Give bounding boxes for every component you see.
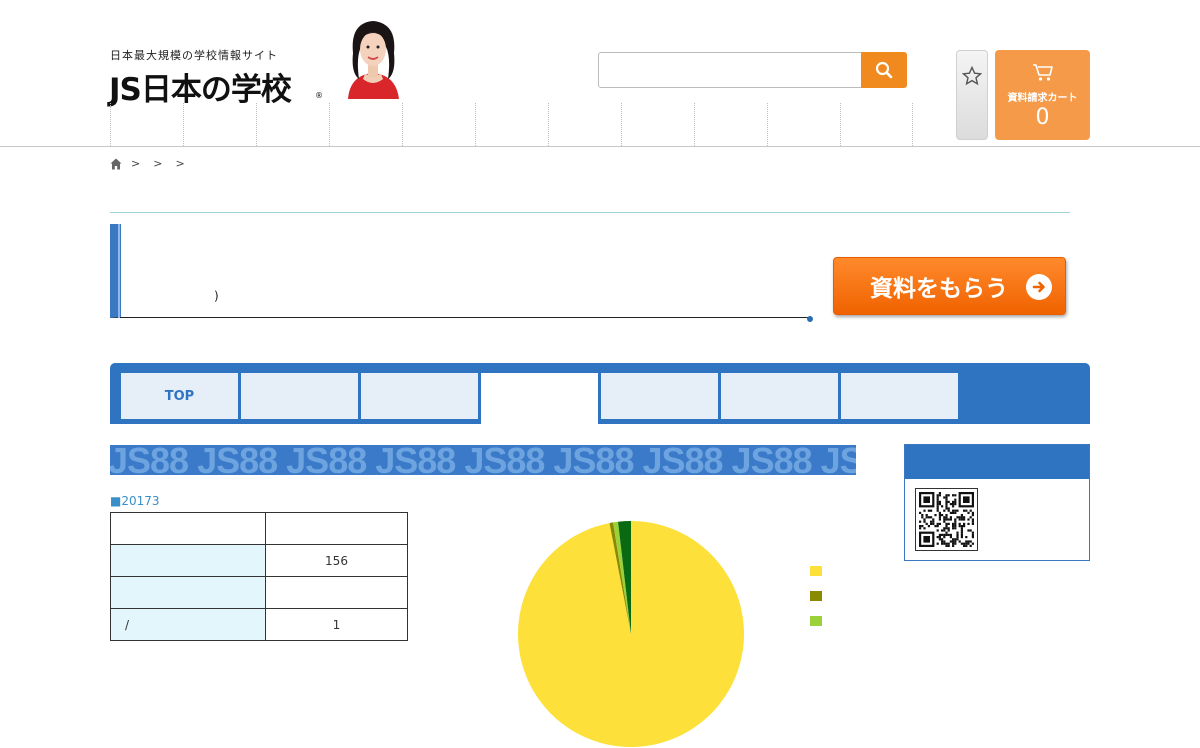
request-brochure-label: 資料をもらう: [870, 276, 1008, 302]
tab-item[interactable]: [241, 373, 358, 419]
divider: [110, 212, 1070, 213]
mascot-portrait: [336, 17, 411, 99]
gnav-item[interactable]: [329, 103, 402, 146]
school-title-box: [110, 224, 810, 318]
table-cell-value: [265, 576, 408, 609]
breadcrumb-separator: >: [131, 157, 141, 170]
site-tagline: 日本最大規模の学校情報サイト: [110, 49, 278, 62]
table-row: / 1: [110, 608, 408, 641]
table-row: [110, 576, 408, 609]
search-input[interactable]: [598, 52, 862, 88]
table-cell-label: [110, 544, 266, 577]
table-row: 156: [110, 544, 408, 577]
breadcrumb-separator: >: [153, 157, 163, 170]
table-cell-label: /: [110, 608, 266, 641]
legend-swatch: [810, 616, 822, 626]
school-tabs: TOP: [110, 363, 1090, 424]
gnav-item[interactable]: [183, 103, 256, 146]
request-cart-button[interactable]: 資料請求カート 0: [995, 50, 1090, 140]
stats-table: 156 / 1: [110, 512, 408, 641]
gnav-item[interactable]: [475, 103, 548, 146]
global-nav: [110, 103, 913, 146]
table-cell-label: [110, 576, 266, 609]
table-cell-value: [265, 512, 408, 545]
search-icon: [875, 61, 893, 79]
gnav-item[interactable]: [110, 103, 183, 146]
search-button[interactable]: [861, 52, 907, 88]
underline-dot: [807, 316, 813, 322]
breadcrumb: > > >: [110, 157, 189, 170]
breadcrumb-separator: >: [175, 157, 185, 170]
tab-item[interactable]: [841, 373, 958, 419]
table-cell-label: [110, 512, 266, 545]
tab-item[interactable]: [361, 373, 478, 419]
cart-icon: [1033, 64, 1053, 81]
tab-item[interactable]: [601, 373, 718, 419]
site-header: 日本最大規模の学校情報サイト JS日本の学校 ® 資料請求カート 0: [0, 0, 1200, 147]
favorites-button[interactable]: [956, 50, 988, 140]
banner-watermark: JS88 JS88 JS88 JS88 JS88 JS88 JS88 JS88 …: [110, 445, 856, 475]
star-icon: [962, 66, 982, 86]
gnav-item[interactable]: [548, 103, 621, 146]
cart-count: 0: [1035, 105, 1050, 130]
logo-registered-mark: ®: [315, 91, 323, 100]
legend-swatch: [810, 591, 822, 601]
school-subtitle: ): [214, 289, 219, 303]
pie-chart: [518, 521, 744, 747]
gnav-item[interactable]: [767, 103, 840, 146]
legend-swatch: [810, 566, 822, 576]
arrow-right-circle-icon: [1026, 274, 1052, 300]
tab-item[interactable]: [721, 373, 838, 419]
gnav-item[interactable]: [840, 103, 913, 146]
qr-code-icon: [915, 488, 978, 551]
gnav-item[interactable]: [694, 103, 767, 146]
qr-box-header: [905, 445, 1089, 479]
home-icon[interactable]: [110, 158, 122, 170]
tab-item-active[interactable]: [481, 373, 598, 424]
section-label: ■20173: [110, 494, 160, 508]
gnav-item[interactable]: [256, 103, 329, 146]
mobile-qr-box: [904, 444, 1090, 561]
gnav-item[interactable]: [621, 103, 694, 146]
tab-top[interactable]: TOP: [121, 373, 238, 419]
table-row: [110, 512, 408, 545]
cart-label: 資料請求カート: [1007, 93, 1078, 104]
table-cell-value: 156: [265, 544, 408, 577]
section-banner: JS88 JS88 JS88 JS88 JS88 JS88 JS88 JS88 …: [110, 445, 856, 475]
request-brochure-button[interactable]: 資料をもらう: [833, 257, 1066, 315]
table-cell-value: 1: [265, 608, 408, 641]
gnav-item[interactable]: [402, 103, 475, 146]
